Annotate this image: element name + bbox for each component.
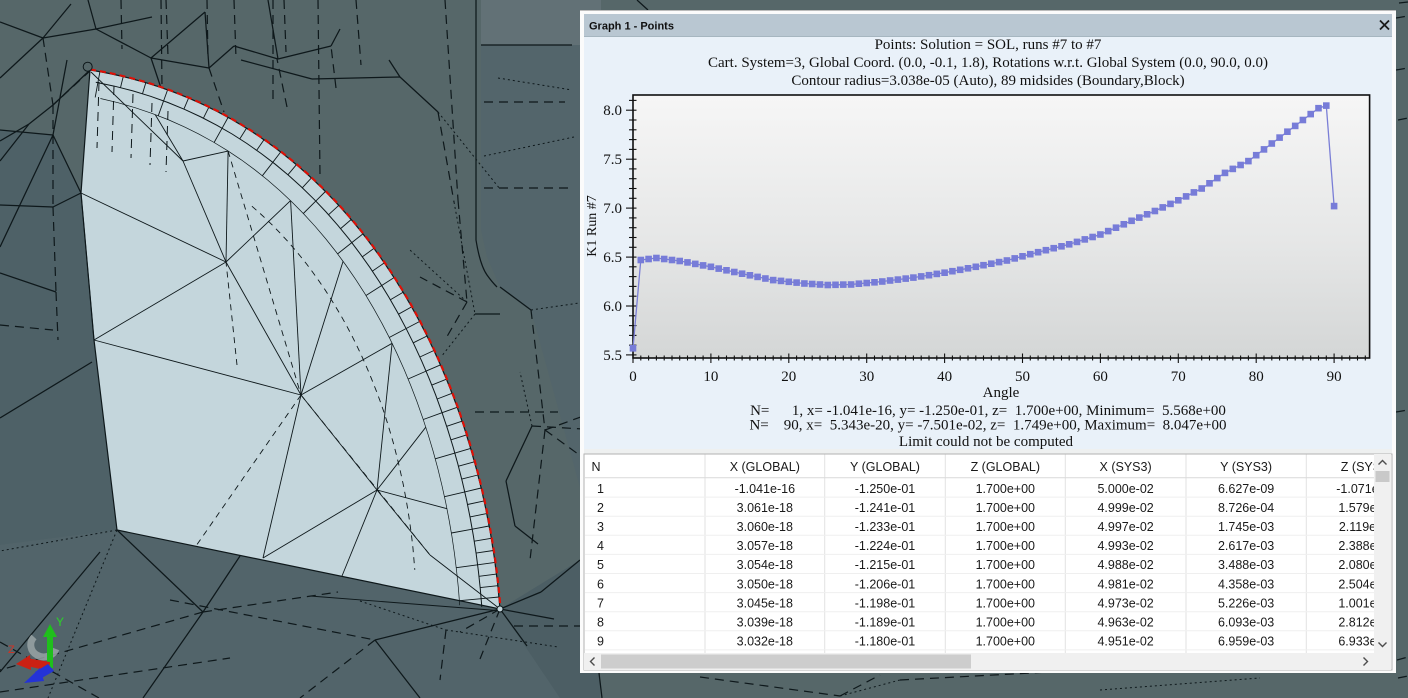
svg-text:Z: Z <box>8 644 15 656</box>
svg-text:Angle: Angle <box>983 385 1020 401</box>
svg-text:6.5: 6.5 <box>603 250 622 266</box>
svg-text:Y (SYS3): Y (SYS3) <box>1220 460 1272 474</box>
svg-text:7.5: 7.5 <box>603 152 622 168</box>
svg-text:Y: Y <box>56 615 64 629</box>
svg-text:1.700e+00: 1.700e+00 <box>976 482 1035 496</box>
svg-text:1.745e-03: 1.745e-03 <box>1218 520 1274 534</box>
svg-text:4.981e-02: 4.981e-02 <box>1097 577 1153 591</box>
svg-text:1.700e+00: 1.700e+00 <box>976 635 1035 649</box>
svg-text:3.054e-18: 3.054e-18 <box>737 558 793 572</box>
svg-text:-1.180e-01: -1.180e-01 <box>855 635 916 649</box>
svg-text:6.627e-09: 6.627e-09 <box>1218 482 1274 496</box>
svg-text:7.0: 7.0 <box>603 201 622 217</box>
svg-text:3.039e-18: 3.039e-18 <box>737 616 793 630</box>
svg-text:50: 50 <box>1015 369 1030 385</box>
svg-text:1.700e+00: 1.700e+00 <box>976 539 1035 553</box>
svg-text:6.0: 6.0 <box>603 299 622 315</box>
svg-text:N: N <box>592 460 601 474</box>
svg-text:K1 Run #7: K1 Run #7 <box>585 195 600 256</box>
svg-text:70: 70 <box>1171 369 1186 385</box>
svg-text:4.963e-02: 4.963e-02 <box>1097 616 1153 630</box>
svg-text:Graph 1 - Points: Graph 1 - Points <box>589 21 674 33</box>
svg-text:7: 7 <box>597 596 604 610</box>
svg-text:5: 5 <box>597 558 604 572</box>
svg-text:-1.215e-01: -1.215e-01 <box>855 558 916 572</box>
svg-text:1.700e+00: 1.700e+00 <box>976 616 1035 630</box>
svg-text:4.999e-02: 4.999e-02 <box>1097 501 1153 515</box>
svg-text:4.973e-02: 4.973e-02 <box>1097 596 1153 610</box>
svg-text:2.617e-03: 2.617e-03 <box>1218 539 1274 553</box>
svg-text:-1.250e-01: -1.250e-01 <box>855 482 916 496</box>
svg-text:4.358e-03: 4.358e-03 <box>1218 577 1274 591</box>
svg-text:Cart. System=3, Global Coord.: Cart. System=3, Global Coord. (0.0, -0.1… <box>708 55 1268 71</box>
svg-text:3.061e-18: 3.061e-18 <box>737 501 793 515</box>
svg-text:3.057e-18: 3.057e-18 <box>737 539 793 553</box>
svg-text:9: 9 <box>597 635 604 649</box>
svg-text:6.093e-03: 6.093e-03 <box>1218 616 1274 630</box>
svg-text:3.050e-18: 3.050e-18 <box>737 577 793 591</box>
svg-text:4: 4 <box>597 539 604 553</box>
svg-text:Points: Solution = SOL, runs #: Points: Solution = SOL, runs #7 to #7 <box>875 37 1102 53</box>
svg-text:4.951e-02: 4.951e-02 <box>1097 635 1153 649</box>
svg-text:1.700e+00: 1.700e+00 <box>976 501 1035 515</box>
svg-text:1.700e+00: 1.700e+00 <box>976 577 1035 591</box>
svg-text:-1.041e-16: -1.041e-16 <box>735 482 796 496</box>
svg-text:N= 90, x= 5.343e-20, y= -7: N= 90, x= 5.343e-20, y= -7.501e-02, z= 1… <box>749 418 1226 434</box>
svg-text:4.997e-02: 4.997e-02 <box>1097 520 1153 534</box>
svg-text:Limit could not be computed: Limit could not be computed <box>899 434 1074 450</box>
svg-text:2: 2 <box>597 501 604 515</box>
svg-text:1.700e+00: 1.700e+00 <box>976 596 1035 610</box>
svg-text:Contour radius=3.038e-05 (Auto: Contour radius=3.038e-05 (Auto), 89 mids… <box>791 73 1184 89</box>
svg-text:8: 8 <box>597 616 604 630</box>
svg-text:1.700e+00: 1.700e+00 <box>976 520 1035 534</box>
svg-text:3.032e-18: 3.032e-18 <box>737 635 793 649</box>
svg-text:4.993e-02: 4.993e-02 <box>1097 539 1153 553</box>
svg-text:X (SYS3): X (SYS3) <box>1100 460 1152 474</box>
svg-text:80: 80 <box>1249 369 1264 385</box>
svg-text:8.0: 8.0 <box>603 103 622 119</box>
svg-text:40: 40 <box>937 369 952 385</box>
svg-text:60: 60 <box>1093 369 1108 385</box>
svg-text:3: 3 <box>597 520 604 534</box>
svg-text:-1.206e-01: -1.206e-01 <box>855 577 916 591</box>
svg-text:1: 1 <box>597 482 604 496</box>
svg-text:5.226e-03: 5.226e-03 <box>1218 596 1274 610</box>
svg-text:6.959e-03: 6.959e-03 <box>1218 635 1274 649</box>
svg-text:0: 0 <box>629 369 637 385</box>
svg-text:20: 20 <box>781 369 796 385</box>
svg-text:30: 30 <box>859 369 874 385</box>
svg-text:Y (GLOBAL): Y (GLOBAL) <box>850 460 920 474</box>
svg-text:5.5: 5.5 <box>603 348 622 364</box>
svg-text:5.000e-02: 5.000e-02 <box>1097 482 1153 496</box>
svg-text:-1.198e-01: -1.198e-01 <box>855 596 916 610</box>
svg-text:3.488e-03: 3.488e-03 <box>1218 558 1274 572</box>
svg-text:X (GLOBAL): X (GLOBAL) <box>730 460 800 474</box>
svg-text:-1.241e-01: -1.241e-01 <box>855 501 916 515</box>
svg-text:6: 6 <box>597 577 604 591</box>
svg-text:1.700e+00: 1.700e+00 <box>976 558 1035 572</box>
svg-text:3.060e-18: 3.060e-18 <box>737 520 793 534</box>
svg-text:3.045e-18: 3.045e-18 <box>737 596 793 610</box>
svg-text:Z (GLOBAL): Z (GLOBAL) <box>971 460 1040 474</box>
svg-text:90: 90 <box>1327 369 1342 385</box>
svg-text:-1.233e-01: -1.233e-01 <box>855 520 916 534</box>
svg-text:-1.189e-01: -1.189e-01 <box>855 616 916 630</box>
svg-text:-1.224e-01: -1.224e-01 <box>855 539 916 553</box>
svg-text:4.988e-02: 4.988e-02 <box>1097 558 1153 572</box>
svg-text:8.726e-04: 8.726e-04 <box>1218 501 1274 515</box>
svg-text:10: 10 <box>703 369 718 385</box>
